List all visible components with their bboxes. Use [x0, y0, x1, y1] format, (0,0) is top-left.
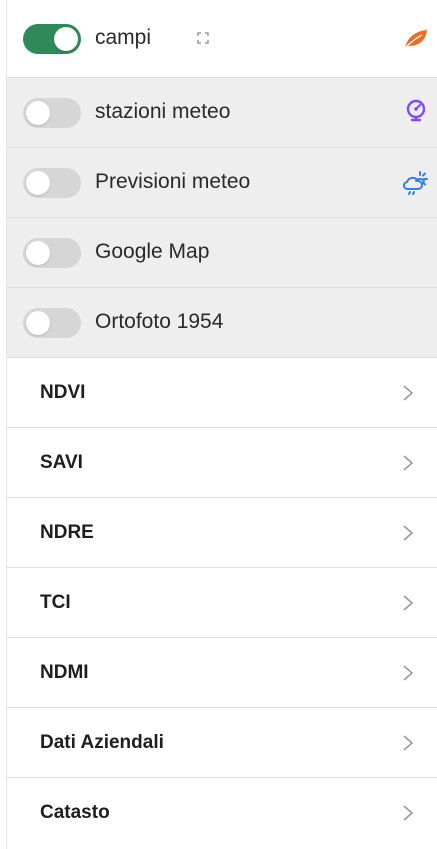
- layer-row-campi: campi: [7, 0, 437, 78]
- toggle-campi[interactable]: [23, 24, 81, 54]
- index-label-dati-aziendali: Dati Aziendali: [40, 731, 164, 753]
- toggle-knob: [26, 241, 50, 265]
- toggle-knob: [26, 101, 50, 125]
- leaf-icon: [402, 25, 430, 53]
- toggle-stazioni-meteo[interactable]: [23, 98, 81, 128]
- chevron-right-icon: [403, 805, 414, 821]
- chevron-right-icon: [403, 664, 414, 681]
- expand-icon[interactable]: [197, 32, 209, 44]
- layer-label-previsioni-meteo: Previsioni meteo: [95, 170, 251, 193]
- index-row-ndmi[interactable]: NDMI: [7, 638, 437, 708]
- layer-label-stazioni-meteo: stazioni meteo: [95, 100, 231, 123]
- layer-row-stazioni-meteo: stazioni meteo: [7, 78, 437, 148]
- index-row-ndre[interactable]: NDRE: [7, 498, 437, 568]
- toggle-knob: [26, 171, 50, 195]
- index-row-ndvi[interactable]: NDVI: [7, 358, 437, 428]
- chevron-right-icon: [403, 734, 414, 751]
- index-label-ndvi: NDVI: [40, 381, 86, 403]
- toggle-knob: [26, 311, 50, 335]
- sun-cloud-icon: [402, 168, 430, 196]
- layer-row-previsioni-meteo: Previsioni meteo: [7, 148, 437, 218]
- toggle-knob: [54, 27, 78, 51]
- index-row-savi[interactable]: SAVI: [7, 428, 437, 498]
- index-row-catasto[interactable]: Catasto: [7, 778, 437, 848]
- layer-label-google-map: Google Map: [95, 240, 210, 263]
- chevron-right-icon: [403, 524, 414, 541]
- index-row-dati-aziendali[interactable]: Dati Aziendali: [7, 708, 437, 778]
- index-label-ndre: NDRE: [40, 521, 94, 543]
- layer-row-google-map: Google Map: [7, 218, 437, 288]
- chevron-right-icon: [403, 454, 414, 471]
- layer-row-ortofoto-1954: Ortofoto 1954: [7, 288, 437, 358]
- layer-label-campi: campi: [95, 26, 152, 49]
- index-label-catasto: Catasto: [40, 802, 110, 823]
- toggle-previsioni-meteo[interactable]: [23, 168, 81, 198]
- chevron-right-icon: [403, 384, 414, 401]
- layers-panel: campi stazioni meteo Previsioni meteo Go…: [6, 0, 437, 849]
- chevron-right-icon: [403, 594, 414, 611]
- gauge-icon: [402, 98, 430, 126]
- index-label-tci: TCI: [40, 591, 71, 613]
- index-label-savi: SAVI: [40, 451, 83, 473]
- toggle-ortofoto-1954[interactable]: [23, 308, 81, 338]
- index-label-ndmi: NDMI: [40, 661, 89, 683]
- index-row-tci[interactable]: TCI: [7, 568, 437, 638]
- toggle-google-map[interactable]: [23, 238, 81, 268]
- layer-label-ortofoto-1954: Ortofoto 1954: [95, 310, 224, 333]
